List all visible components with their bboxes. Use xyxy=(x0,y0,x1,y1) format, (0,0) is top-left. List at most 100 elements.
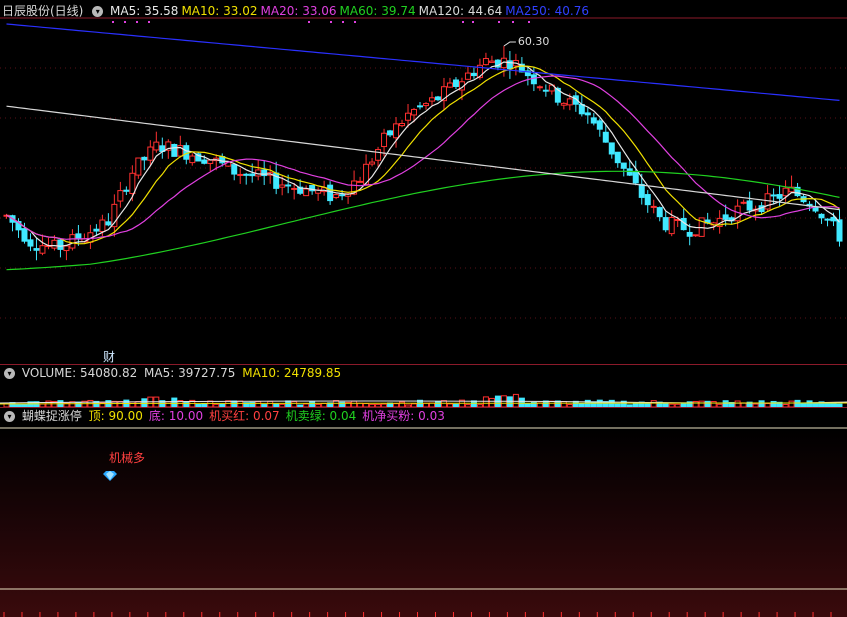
candle xyxy=(596,118,603,137)
ma-legend-item: MA120: 44.64 xyxy=(418,4,503,18)
marker-dot xyxy=(124,21,126,23)
candle xyxy=(375,146,382,167)
candle xyxy=(333,193,340,200)
volume-ma10-label: MA10: xyxy=(242,366,281,380)
candle xyxy=(117,181,124,208)
marker-dot xyxy=(330,21,332,23)
ma-legend-item: MA5: 35.58 xyxy=(110,4,179,18)
volume-bar xyxy=(171,397,178,408)
volume-bar xyxy=(518,397,525,408)
marker-dot xyxy=(112,21,114,23)
indicator-value-item: 顶: 90.00 xyxy=(88,409,143,423)
indicator-legend: ▾ 蝴蝶捉涨停 顶: 90.00 底: 10.00 机买红: 0.07 机卖绿: 0.… xyxy=(2,408,454,424)
marker-dot xyxy=(498,21,500,23)
candle xyxy=(644,190,651,213)
candle xyxy=(231,164,238,181)
candle xyxy=(524,67,531,86)
candle xyxy=(147,140,154,166)
candle xyxy=(123,186,130,196)
stock-title: 日辰股份(日线) xyxy=(2,4,84,18)
ma250-line xyxy=(6,23,840,101)
financial-report-marker[interactable]: 财 xyxy=(103,348,115,365)
candle xyxy=(171,143,178,157)
candle xyxy=(656,206,663,222)
indicator-values: 顶: 90.00 底: 10.00 机买红: 0.07 机卖绿: 0.04 机净买粉: … xyxy=(89,409,451,423)
signal-label: 机械多 xyxy=(109,451,146,465)
marker-dot xyxy=(462,21,464,23)
candle xyxy=(662,211,669,233)
candle xyxy=(33,237,40,261)
candle xyxy=(417,101,424,110)
candle xyxy=(818,213,825,224)
candle xyxy=(177,135,184,158)
candle xyxy=(590,112,597,126)
ma-legend-item: MA20: 33.06 xyxy=(260,4,337,18)
candle xyxy=(105,213,112,227)
ma120-line xyxy=(6,105,840,211)
indicator-name: 蝴蝶捉涨停 xyxy=(21,409,82,423)
candle xyxy=(159,137,166,159)
volume-bar xyxy=(506,396,513,408)
candle xyxy=(135,157,142,179)
candle xyxy=(357,176,364,183)
candle xyxy=(512,53,519,76)
candle xyxy=(57,238,64,258)
candle xyxy=(363,154,370,185)
ma-legend-item: MA10: 33.02 xyxy=(181,4,258,18)
candle xyxy=(39,234,46,256)
indicator-value-item: 机买红: 0.07 xyxy=(209,409,280,423)
candle xyxy=(428,91,435,107)
candle xyxy=(788,175,795,193)
candle xyxy=(141,156,148,171)
candle xyxy=(584,107,591,124)
candle xyxy=(632,160,639,186)
candle xyxy=(836,209,843,247)
candle xyxy=(411,107,418,123)
ma10-line xyxy=(6,65,840,245)
candle xyxy=(255,159,262,181)
candle xyxy=(578,95,585,117)
candle xyxy=(638,173,645,205)
candle xyxy=(734,199,741,229)
indicator-panel[interactable]: ▾ 蝴蝶捉涨停 顶: 90.00 底: 10.00 机买红: 0.07 机卖绿: 0.… xyxy=(0,407,847,617)
candle xyxy=(440,77,447,111)
volume-bar xyxy=(794,399,801,408)
candle xyxy=(303,185,310,197)
candle xyxy=(69,229,76,251)
indicator-value-item: 机卖绿: 0.04 xyxy=(285,409,357,423)
candle xyxy=(207,159,214,172)
candles xyxy=(3,46,843,261)
ma5-line xyxy=(6,61,840,247)
indicator-chart[interactable] xyxy=(0,408,847,617)
collapse-icon[interactable]: ▾ xyxy=(4,411,15,422)
candle xyxy=(488,55,495,63)
candle xyxy=(794,182,801,198)
high-marker-pointer xyxy=(503,41,516,47)
candle xyxy=(63,245,70,261)
candle xyxy=(273,161,280,195)
price-chart[interactable]: 60.30 xyxy=(0,0,847,364)
ma-legend-item: MA250: 40.76 xyxy=(505,4,589,18)
candle xyxy=(764,184,771,212)
collapse-icon[interactable]: ▾ xyxy=(4,368,15,379)
candle xyxy=(327,181,334,205)
candle xyxy=(189,153,196,166)
marker-dot xyxy=(148,21,150,23)
price-panel[interactable]: 日辰股份(日线) ▾ MA5: 35.58 MA10: 33.02 MA20: 33… xyxy=(0,0,847,364)
volume-bar xyxy=(584,399,591,408)
collapse-icon[interactable]: ▾ xyxy=(92,6,104,17)
candle xyxy=(680,208,687,231)
ma-legend-item: MA60: 39.74 xyxy=(339,4,416,18)
volume-panel[interactable]: ▾ VOLUME: 54080.82 MA5: 39727.75 MA10: 2… xyxy=(0,364,847,408)
volume-bar xyxy=(608,399,615,408)
candle xyxy=(446,77,453,89)
marker-dot xyxy=(342,21,344,23)
candle xyxy=(572,91,579,112)
candle xyxy=(740,199,747,205)
candle xyxy=(237,168,244,184)
candle xyxy=(464,66,471,80)
candle xyxy=(261,160,268,186)
candle xyxy=(399,119,406,128)
candle xyxy=(542,84,549,97)
candle xyxy=(608,142,615,159)
